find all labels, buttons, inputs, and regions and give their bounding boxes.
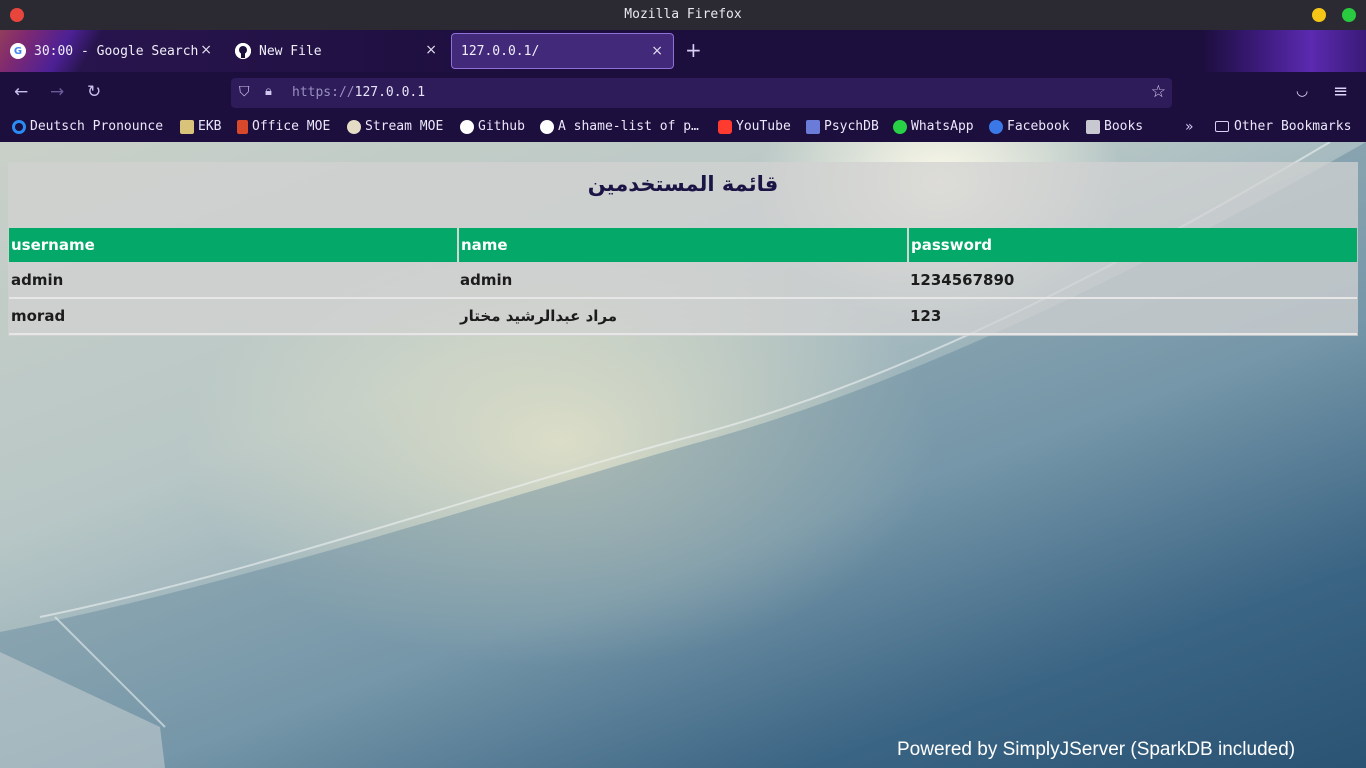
column-header-name: name xyxy=(458,228,909,262)
bookmark-label: YouTube xyxy=(736,119,791,134)
bookmarks-toolbar: Deutsch Pronounce EKB Office MOE Stream … xyxy=(0,114,1366,142)
new-tab-button[interactable]: + xyxy=(685,40,702,60)
bookmark-label: Facebook xyxy=(1007,119,1070,134)
navigation-toolbar: ← → ↻ ⛉ 🔒︎ https://127.0.0.1 ☆ ◡ ≡ xyxy=(0,72,1366,114)
forward-button[interactable]: → xyxy=(50,82,64,102)
lock-icon[interactable]: 🔒︎ xyxy=(265,84,272,99)
bookmark-label: A shame-list of p… xyxy=(558,119,699,134)
bookmark-youtube[interactable]: YouTube xyxy=(718,119,791,134)
tab-strip: G 30:00 - Google Search × New File × 127… xyxy=(0,30,1366,72)
tab-close-icon[interactable]: × xyxy=(200,42,212,58)
bookmark-office-moe[interactable]: Office MOE xyxy=(237,119,330,134)
cell-password: 123 xyxy=(908,298,1357,335)
bookmark-label: WhatsApp xyxy=(911,119,974,134)
bookmark-label: Stream MOE xyxy=(365,119,444,134)
bookmark-label: EKB xyxy=(198,119,222,134)
other-bookmarks-folder[interactable]: Other Bookmarks xyxy=(1215,119,1351,134)
bookmark-shame-list[interactable]: A shame-list of p… xyxy=(540,119,699,134)
circle-blue-icon xyxy=(12,119,26,134)
window-maximize-button[interactable] xyxy=(1342,8,1356,22)
bookmark-facebook[interactable]: Facebook xyxy=(989,119,1070,134)
bookmark-ekb[interactable]: EKB xyxy=(180,119,221,134)
tab-label: New File xyxy=(259,43,322,59)
folder-icon xyxy=(1215,121,1229,132)
window-minimize-button[interactable] xyxy=(1312,8,1326,22)
cell-password: 1234567890 xyxy=(908,262,1357,299)
github-icon xyxy=(540,119,554,134)
github-icon xyxy=(460,119,474,134)
cell-name: مراد عبدالرشيد مختار xyxy=(458,298,908,335)
google-icon: G xyxy=(10,43,26,59)
powered-by-footer: Powered by SimplyJServer (SparkDB includ… xyxy=(897,739,1296,760)
window-title: Mozilla Firefox xyxy=(624,7,742,22)
bookmarks-overflow-chevron-icon[interactable]: » xyxy=(1185,119,1194,135)
users-table: username name password admin admin 12345… xyxy=(9,228,1357,335)
bookmark-books[interactable]: Books xyxy=(1086,119,1143,134)
tab-close-icon[interactable]: × xyxy=(425,42,437,58)
facebook-icon xyxy=(989,119,1003,134)
bookmark-github[interactable]: Github xyxy=(460,119,525,134)
whatsapp-icon xyxy=(893,119,907,134)
books-icon xyxy=(1086,119,1100,134)
pocket-icon[interactable]: ◡ xyxy=(1296,83,1308,99)
cell-username: morad xyxy=(9,298,458,335)
office-icon xyxy=(237,119,248,134)
stream-icon xyxy=(347,119,361,134)
address-bar[interactable]: ⛉ 🔒︎ https://127.0.0.1 ☆ xyxy=(231,78,1172,108)
youtube-icon xyxy=(718,119,732,134)
bookmark-label: Books xyxy=(1104,119,1144,134)
reload-button[interactable]: ↻ xyxy=(87,82,101,102)
tab-google-search[interactable]: G 30:00 - Google Search × xyxy=(6,33,218,69)
url-host: 127.0.0.1 xyxy=(354,85,426,100)
back-button[interactable]: ← xyxy=(14,82,28,102)
ekb-icon xyxy=(180,119,194,134)
bookmark-psychdb[interactable]: PsychDB xyxy=(806,119,879,134)
hamburger-menu-icon[interactable]: ≡ xyxy=(1333,81,1348,102)
tab-close-icon[interactable]: × xyxy=(651,43,663,59)
column-header-username: username xyxy=(9,228,459,262)
table-row: admin admin 1234567890 xyxy=(9,262,1357,299)
page-viewport: قائمة المستخدمين username name password … xyxy=(0,142,1366,768)
cell-username: admin xyxy=(9,262,458,299)
window-titlebar: Mozilla Firefox xyxy=(0,0,1366,30)
tab-localhost[interactable]: 127.0.0.1/ × xyxy=(451,33,674,69)
tab-label: 127.0.0.1/ xyxy=(461,43,540,59)
bookmark-label: Office MOE xyxy=(252,119,331,134)
url-protocol: https:// xyxy=(292,85,355,100)
users-panel: قائمة المستخدمين username name password … xyxy=(8,162,1358,336)
psi-icon xyxy=(806,119,820,134)
shield-icon[interactable]: ⛉ xyxy=(239,84,250,100)
github-icon xyxy=(235,43,251,59)
column-header-password: password xyxy=(908,228,1357,262)
other-bookmarks-label: Other Bookmarks xyxy=(1234,119,1352,134)
tab-new-file[interactable]: New File × xyxy=(231,33,447,69)
table-header-row: username name password xyxy=(9,228,1357,262)
bookmark-stream-moe[interactable]: Stream MOE xyxy=(347,119,443,134)
table-row: morad مراد عبدالرشيد مختار 123 xyxy=(9,298,1357,335)
bookmark-label: Deutsch Pronounce xyxy=(30,119,164,134)
tab-label: 30:00 - Google Search xyxy=(34,43,199,59)
bookmark-label: PsychDB xyxy=(824,119,879,134)
bookmark-star-icon[interactable]: ☆ xyxy=(1151,82,1166,102)
page-title: قائمة المستخدمين xyxy=(587,172,779,196)
bookmark-whatsapp[interactable]: WhatsApp xyxy=(893,119,974,134)
url-text[interactable]: https://127.0.0.1 xyxy=(292,85,425,100)
cell-name: admin xyxy=(458,262,908,299)
bookmark-deutsch-pronounce[interactable]: Deutsch Pronounce xyxy=(12,119,163,134)
bookmark-label: Github xyxy=(478,119,525,134)
